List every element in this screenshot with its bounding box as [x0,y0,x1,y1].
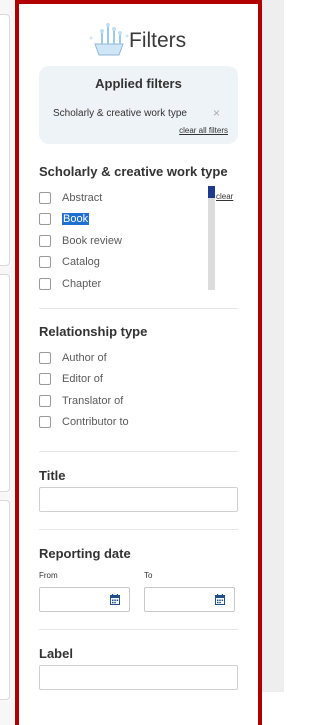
work-type-option[interactable]: Book review [39,233,122,249]
panel-title: Filters [129,29,187,52]
filter-funnel-icon [89,23,129,56]
clear-all-filters-link[interactable]: clear all filters [179,126,228,135]
scrollbar-thumb[interactable] [208,186,215,198]
divider [39,451,238,452]
option-label: Translator of [62,395,124,407]
option-label: Book review [62,235,122,247]
calendar-icon[interactable] [110,594,120,605]
from-label: From [39,571,58,580]
checkbox[interactable] [39,395,51,407]
checkbox[interactable] [39,352,51,364]
option-label: Editor of [62,373,103,385]
relationship-type-title: Relationship type [39,324,148,339]
background-page-left [0,0,14,725]
checkbox[interactable] [39,416,51,428]
divider [39,529,238,530]
applied-filters-box: Applied filters Scholarly & creative wor… [39,66,238,144]
background-card [0,14,10,266]
label-filter-title: Label [39,646,73,661]
option-list-scrollbar[interactable] [208,186,215,290]
filters-header: Filters [19,22,258,62]
label-input[interactable] [39,665,238,690]
checkbox[interactable] [39,373,51,385]
background-card [0,274,10,492]
relationship-option[interactable]: Editor of [39,371,103,387]
option-label: Chapter [62,278,102,290]
calendar-icon[interactable] [215,594,225,605]
relationship-option[interactable]: Author of [39,350,107,366]
checkbox[interactable] [39,235,51,247]
title-filter-title: Title [39,468,66,483]
option-label: Contributor to [62,416,129,428]
work-type-option[interactable]: Abstract [39,190,102,206]
checkbox[interactable] [39,192,51,204]
work-type-title: Scholarly & creative work type [39,164,228,179]
background-page-right [262,0,284,692]
reporting-date-title: Reporting date [39,546,131,561]
divider [39,629,238,630]
applied-filters-heading: Applied filters [95,76,182,91]
filters-panel: Filters Applied filters Scholarly & crea… [15,0,262,725]
date-from-input[interactable] [39,587,130,612]
date-to-input[interactable] [144,587,235,612]
title-input[interactable] [39,487,238,512]
to-label: To [144,571,153,580]
checkbox[interactable] [39,278,51,290]
work-type-option[interactable]: Book [39,211,90,227]
option-label: Abstract [62,192,103,204]
work-type-option[interactable]: Chapter [39,276,101,292]
checkbox[interactable] [39,213,51,225]
option-label: Catalog [62,256,100,268]
option-label: Book [62,213,90,225]
applied-filter-chip: Scholarly & creative work type [53,108,187,119]
work-type-option[interactable]: Catalog [39,254,100,270]
remove-filter-button[interactable]: × [213,106,220,120]
background-card [0,500,10,700]
relationship-option[interactable]: Translator of [39,393,123,409]
divider [39,308,238,309]
option-label: Author of [62,352,107,364]
clear-work-type-link[interactable]: clear [216,192,233,201]
checkbox[interactable] [39,256,51,268]
relationship-option[interactable]: Contributor to [39,414,129,430]
